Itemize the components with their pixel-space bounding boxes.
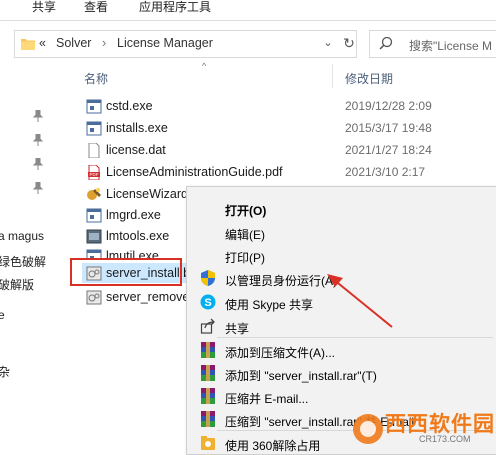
refresh-icon[interactable]: ↻ (341, 34, 357, 52)
menu-item-run-as-admin[interactable]: 以管理员身份运行(A) (187, 267, 496, 290)
chevron-down-icon[interactable]: ⌄ (320, 34, 336, 52)
menu-item-open[interactable]: 打开(O) (187, 197, 496, 220)
menu-item-label: 添加到 "server_install.rar"(T) (225, 369, 377, 383)
menu-item-label: 以管理员身份运行(A) (225, 274, 337, 288)
file-row[interactable]: license.dat 2021/1/27 18:24 (82, 140, 496, 160)
menu-item-label: 添加到压缩文件(A)... (225, 346, 335, 360)
ribbon-bar: 共享 查看 应用程序工具 (0, 0, 496, 21)
pin-icon[interactable] (33, 182, 43, 194)
file-name: server_remove (106, 290, 190, 304)
file-name: installs.exe (106, 121, 168, 135)
search-placeholder: 搜索"License M (409, 39, 492, 53)
exe-icon (86, 121, 102, 136)
menu-item-compress-email[interactable]: 压缩并 E-mail... (187, 385, 496, 408)
360-icon (201, 436, 215, 450)
file-date: 2015/3/17 19:48 (345, 121, 432, 135)
nav-item[interactable]: 破解版 (0, 276, 34, 293)
file-date: 2021/3/10 2:17 (345, 165, 426, 179)
menu-separator (217, 337, 493, 338)
navigation-pane: a magus 绿色破解 破解版 e 杂 (0, 62, 62, 453)
file-name: LicenseAdministrationGuide.pdf (106, 165, 283, 179)
file-name: lmtools.exe (106, 229, 170, 243)
breadcrumb-solver[interactable]: Solver (56, 36, 91, 50)
menu-item-label: 使用 360解除占用 (225, 439, 321, 453)
menu-item-label: 打开(O) (225, 204, 267, 218)
menu-item-label: 编辑(E) (225, 228, 265, 242)
winrar-icon (201, 365, 215, 381)
file-date: 2021/1/27 18:24 (345, 143, 432, 157)
document-icon (88, 143, 100, 158)
tab-share[interactable]: 共享 (32, 0, 56, 16)
share-icon (200, 318, 215, 334)
wizard-icon (87, 188, 101, 200)
pin-icon[interactable] (33, 158, 43, 170)
menu-item-add-to-rar[interactable]: 添加到 "server_install.rar"(T) (187, 362, 496, 385)
sort-up-icon: ^ (202, 61, 207, 71)
file-name: cstd.exe (106, 99, 153, 113)
file-row[interactable]: server_remove (82, 287, 190, 307)
winrar-icon (201, 342, 215, 358)
nav-item[interactable]: e (0, 308, 5, 322)
breadcrumb-separator: › (102, 36, 107, 50)
nav-item[interactable]: 杂 (0, 363, 10, 380)
menu-item-share[interactable]: 共享 (187, 315, 496, 338)
breadcrumb-license-manager[interactable]: License Manager (117, 36, 213, 50)
pin-icon[interactable] (33, 134, 43, 146)
file-row[interactable]: PDF LicenseAdministrationGuide.pdf 2021/… (82, 162, 496, 182)
skype-icon: S (200, 294, 216, 310)
column-modified[interactable]: 修改日期 (345, 70, 393, 87)
winrar-icon (201, 411, 215, 427)
exe-icon (86, 99, 102, 114)
file-date: 2019/12/28 2:09 (345, 99, 432, 113)
breadcrumb-overflow[interactable]: « (39, 36, 46, 50)
watermark-url: CR173.COM (419, 434, 471, 444)
nav-item[interactable]: 绿色破解 (0, 253, 46, 270)
address-bar[interactable]: « Solver › License Manager ⌄ ↻ (14, 30, 357, 58)
file-name: license.dat (106, 143, 166, 157)
svg-text:PDF: PDF (90, 172, 99, 177)
pdf-icon: PDF (88, 165, 100, 180)
file-name: lmgrd.exe (106, 208, 161, 222)
menu-item-print[interactable]: 打印(P) (187, 244, 496, 267)
highlight-box (70, 258, 182, 286)
watermark-logo: 西西软件园 CR173.COM (345, 406, 496, 453)
menu-item-skype-share[interactable]: S 使用 Skype 共享 (187, 291, 496, 314)
tab-application-tools[interactable]: 应用程序工具 (139, 0, 211, 16)
tab-view[interactable]: 查看 (84, 0, 108, 16)
search-input[interactable]: 搜索"License M (369, 30, 496, 58)
watermark-logo-icon (353, 414, 383, 444)
folder-icon (21, 39, 35, 50)
column-name[interactable]: 名称 (84, 70, 108, 87)
svg-text:S: S (204, 297, 211, 309)
pin-icon[interactable] (33, 110, 43, 122)
file-name: LicenseWizard (106, 187, 188, 201)
exe-icon (86, 208, 102, 223)
menu-item-label: 使用 Skype 共享 (225, 298, 314, 312)
column-header: ^ 名称 修改日期 (62, 61, 496, 88)
search-icon (379, 36, 393, 50)
tools-icon (86, 229, 102, 244)
menu-item-edit[interactable]: 编辑(E) (187, 221, 496, 244)
menu-item-label: 打印(P) (225, 251, 265, 265)
file-row[interactable]: installs.exe 2015/3/17 19:48 (82, 118, 496, 138)
winrar-icon (201, 388, 215, 404)
uac-shield-icon (201, 270, 215, 286)
address-toolbar: « Solver › License Manager ⌄ ↻ 搜索"Licens… (0, 22, 496, 62)
file-row[interactable]: cstd.exe 2019/12/28 2:09 (82, 96, 496, 116)
menu-item-label: 压缩并 E-mail... (225, 392, 309, 406)
nav-item[interactable]: a magus (0, 229, 44, 243)
menu-item-label: 共享 (225, 322, 250, 336)
column-divider[interactable] (332, 64, 333, 88)
batch-icon (86, 290, 102, 305)
menu-item-add-to-archive[interactable]: 添加到压缩文件(A)... (187, 339, 496, 362)
